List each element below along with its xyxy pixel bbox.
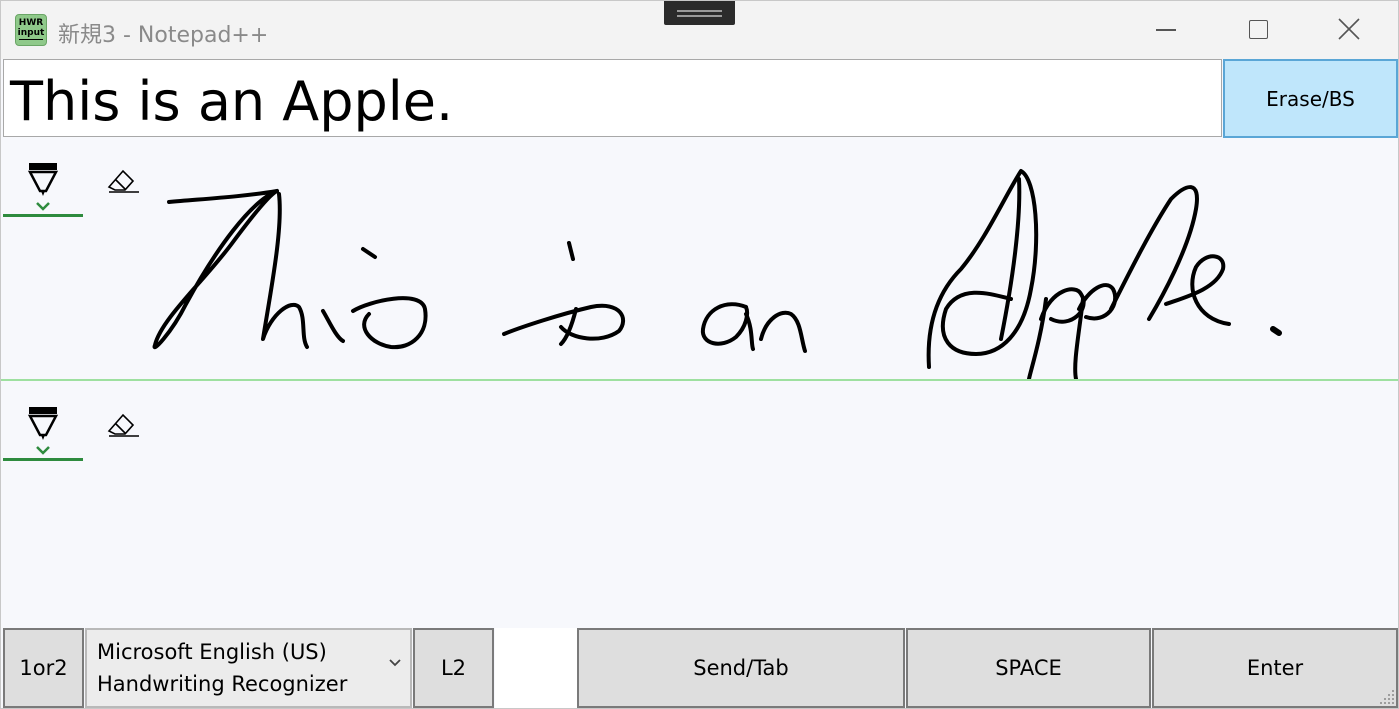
space-button[interactable]: SPACE: [906, 628, 1151, 708]
app-icon-line2: input: [17, 28, 45, 38]
maximize-button[interactable]: [1211, 1, 1303, 59]
recognizer-select[interactable]: Microsoft English (US) Handwriting Recog…: [85, 628, 412, 708]
app-icon: HWR input: [15, 14, 47, 46]
minimize-button[interactable]: [1119, 1, 1211, 59]
resize-grip-icon[interactable]: [1376, 686, 1396, 706]
eraser-icon: [107, 413, 139, 437]
window-title: 新規3 - Notepad++: [58, 23, 269, 48]
eraser-tool-button-2[interactable]: [105, 405, 141, 441]
bottom-toolbar: 1or2 Microsoft English (US) Handwriting …: [1, 622, 1398, 708]
send-tab-button[interactable]: Send/Tab: [577, 628, 905, 708]
erase-backspace-button[interactable]: Erase/BS: [1223, 59, 1398, 138]
close-icon: [1338, 18, 1360, 40]
recognized-text-field[interactable]: This is an Apple.: [3, 59, 1222, 137]
title-bar[interactable]: HWR input 新規3 - Notepad++: [1, 1, 1398, 59]
blank-area: [495, 628, 577, 708]
chevron-down-icon: [389, 659, 401, 667]
close-button[interactable]: [1303, 1, 1395, 59]
handwriting-canvas-2[interactable]: [1, 381, 1398, 621]
recognized-text: This is an Apple.: [10, 70, 454, 133]
drag-grip-icon[interactable]: [664, 1, 735, 25]
mode-1or2-button[interactable]: 1or2: [3, 628, 84, 708]
hwr-input-window: HWR input 新規3 - Notepad++ This is an App…: [0, 0, 1399, 709]
handwriting-canvas-1[interactable]: [1, 139, 1398, 379]
recognizer-line1: Microsoft English (US): [97, 640, 327, 664]
enter-button[interactable]: Enter: [1152, 628, 1398, 708]
pen-icon: [27, 407, 59, 455]
l2-button[interactable]: L2: [413, 628, 494, 708]
recognizer-line2: Handwriting Recognizer: [97, 672, 348, 696]
app-icon-line1: HWR: [18, 18, 44, 28]
handwriting-ink: [152, 169, 1282, 379]
pen-tool-button-2[interactable]: [3, 405, 83, 461]
